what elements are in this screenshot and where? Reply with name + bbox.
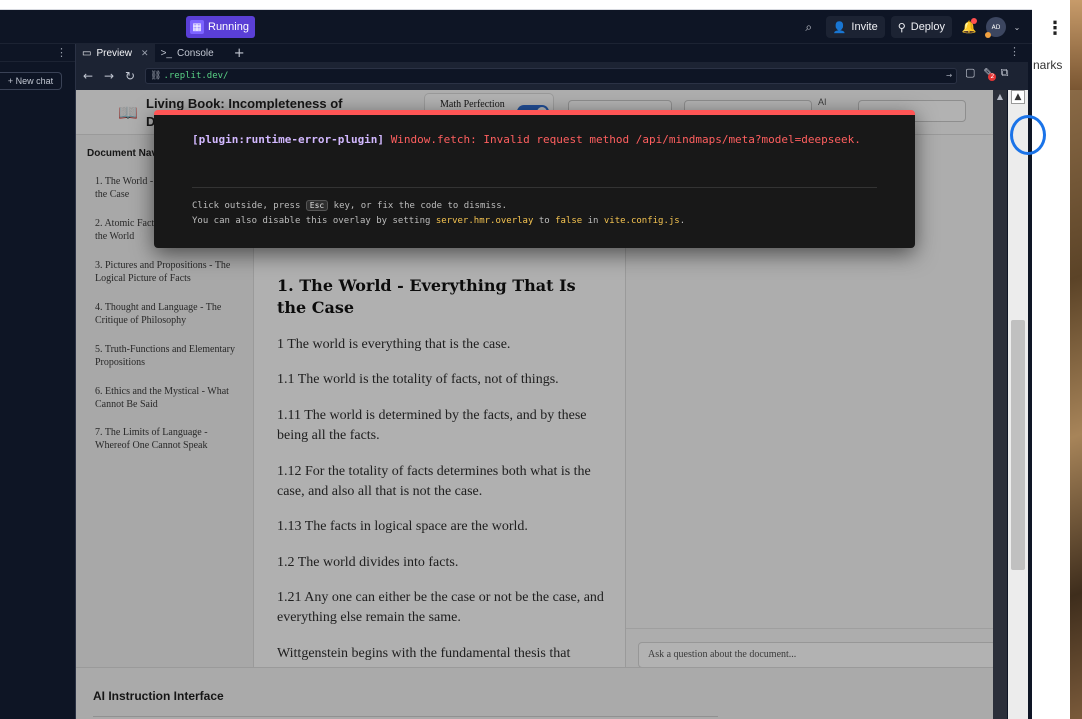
- browser-ring-icon: [1010, 115, 1046, 155]
- page-scrollbar[interactable]: ▲: [1008, 90, 1028, 719]
- tab-console[interactable]: >_ Console: [155, 44, 220, 62]
- invite-button[interactable]: 👤 Invite: [825, 16, 885, 38]
- tip-text: in: [587, 216, 599, 226]
- error-count-badge: 2: [988, 72, 997, 81]
- tab-preview[interactable]: ▭ Preview ✕: [76, 44, 155, 62]
- kebab-menu-icon[interactable]: ⋮: [56, 46, 67, 59]
- kebab-menu-icon[interactable]: ⋮: [1009, 45, 1020, 58]
- code-text: server.hmr.overlay: [435, 216, 534, 226]
- browser-top-strip: [0, 0, 1032, 10]
- error-overlay[interactable]: [plugin:runtime-error-plugin] Window.fet…: [154, 110, 915, 248]
- tip-text: to: [538, 216, 550, 226]
- devtools-icon[interactable]: ✎ 2: [983, 66, 997, 87]
- deploy-label: Deploy: [910, 21, 945, 33]
- bookmarks-label[interactable]: narks: [1033, 58, 1062, 72]
- scroll-up-icon[interactable]: ▲: [993, 92, 1007, 101]
- link-icon: ⛓: [150, 71, 162, 81]
- url-text: .replit.dev/: [163, 71, 229, 81]
- code-text: vite.config.js: [603, 216, 680, 226]
- background-image-strip: [1070, 90, 1082, 719]
- search-icon[interactable]: ⌕: [798, 16, 820, 38]
- browser-menu-icon[interactable]: ⋮: [1046, 18, 1064, 39]
- background-image-strip: [1070, 0, 1082, 90]
- scrollbar-thumb[interactable]: [1011, 320, 1025, 570]
- devices-icon[interactable]: ▢: [965, 66, 975, 87]
- deploy-button[interactable]: ⚲ Deploy: [890, 16, 952, 38]
- tip-text: .: [679, 216, 686, 226]
- close-icon[interactable]: ✕: [141, 48, 149, 59]
- run-status-icon: ▦: [190, 20, 204, 34]
- bell-icon[interactable]: 🔔: [958, 16, 980, 38]
- tab-preview-label: Preview: [96, 47, 133, 59]
- chevron-down-icon[interactable]: ⌄: [1012, 16, 1022, 38]
- forward-arrow-icon[interactable]: →: [100, 69, 118, 83]
- error-message: [plugin:runtime-error-plugin] Window.fet…: [192, 133, 861, 146]
- open-external-icon[interactable]: ⧉: [1001, 66, 1009, 87]
- avatar[interactable]: AD: [985, 17, 1006, 38]
- divider: [192, 187, 877, 188]
- go-arrow-icon[interactable]: →: [946, 70, 952, 81]
- workspace-header: ▦ Running ⌕ 👤 Invite ⚲ Deploy 🔔 AD ⌄: [0, 10, 1032, 44]
- left-panel: ⋮ + New chat: [0, 44, 76, 719]
- add-tab-icon[interactable]: +: [234, 46, 245, 61]
- tab-console-label: Console: [176, 47, 214, 59]
- dismiss-tip: Click outside, press Esc key, or fix the…: [192, 200, 507, 211]
- run-status-label: Running: [208, 21, 249, 33]
- avatar-initials: AD: [991, 23, 1001, 31]
- add-user-icon: 👤: [832, 21, 847, 34]
- code-text: false: [555, 216, 583, 226]
- url-input[interactable]: ⛓ .replit.dev/ →: [145, 68, 957, 84]
- tip-text: You can also disable this overlay by set…: [192, 216, 431, 226]
- reload-icon[interactable]: ↻: [121, 69, 139, 83]
- back-arrow-icon[interactable]: ←: [79, 69, 97, 83]
- header-actions: ⌕ 👤 Invite ⚲ Deploy 🔔 AD ⌄: [798, 16, 1022, 38]
- deploy-icon: ⚲: [897, 21, 906, 34]
- address-bar-actions: ▢ ✎ 2 ⧉: [965, 66, 1008, 87]
- notification-dot: [971, 18, 977, 24]
- error-text: Window.fetch: Invalid request method /ap…: [390, 133, 861, 146]
- disable-tip: You can also disable this overlay by set…: [192, 216, 685, 226]
- avatar-status-dot: [985, 32, 991, 38]
- browser-side-area: ⋮ narks: [1032, 0, 1082, 719]
- tip-text: key, or fix the code to dismiss.: [333, 201, 508, 211]
- tip-text: Click outside, press: [192, 201, 301, 211]
- monitor-icon: ▭: [82, 47, 92, 59]
- new-chat-button[interactable]: + New chat: [0, 72, 62, 90]
- tabs-bar: ▭ Preview ✕ >_ Console + ⋮: [76, 44, 1032, 62]
- left-panel-header: ⋮: [0, 44, 75, 62]
- esc-key: Esc: [305, 200, 329, 211]
- invite-label: Invite: [851, 21, 878, 33]
- terminal-icon: >_: [160, 47, 172, 59]
- preview-scrollbar[interactable]: ▲: [993, 90, 1007, 719]
- run-status-button[interactable]: ▦ Running: [186, 16, 255, 38]
- error-plugin-name: [plugin:runtime-error-plugin]: [192, 133, 385, 146]
- address-bar: ← → ↻ ⛓ .replit.dev/ → ▢ ✎ 2 ⧉: [76, 62, 1032, 90]
- scroll-up-icon[interactable]: ▲: [1011, 90, 1025, 104]
